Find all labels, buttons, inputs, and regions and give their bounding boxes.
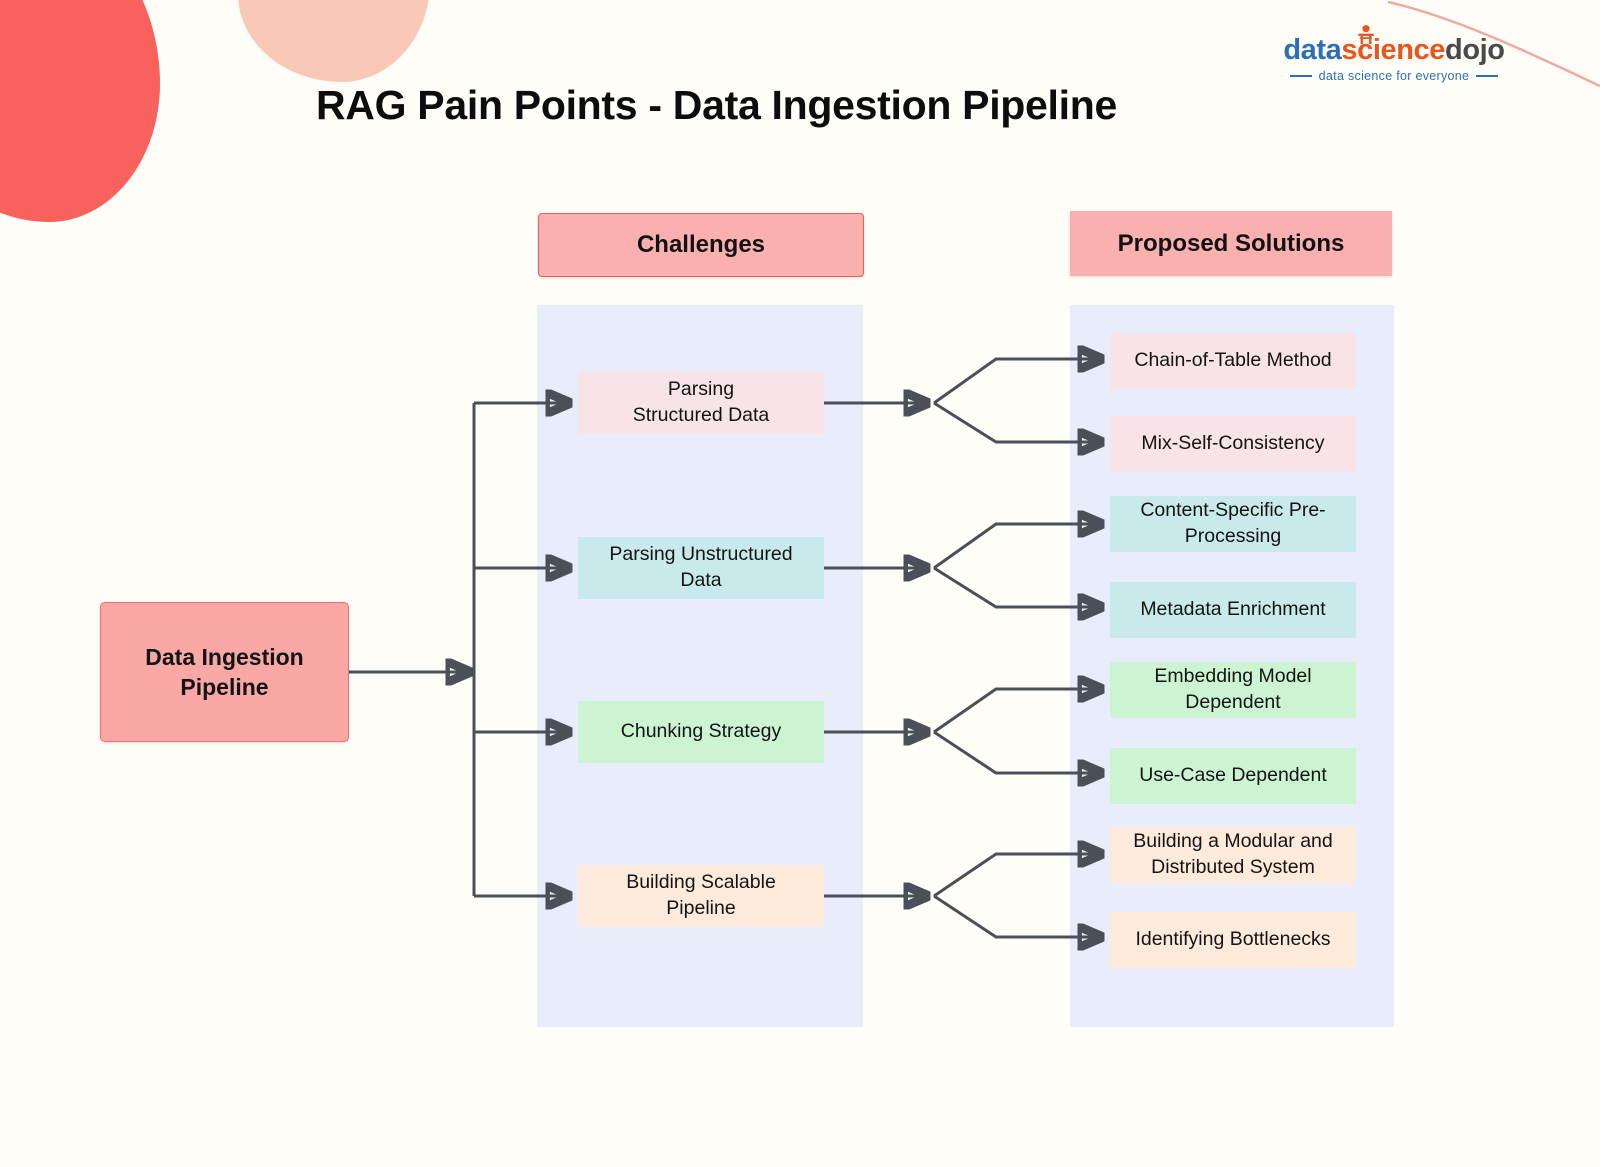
node-label-line2: Data: [680, 569, 722, 591]
logo-text-data: data: [1283, 34, 1342, 66]
node-label: Metadata Enrichment: [1140, 598, 1326, 621]
node-label-line1: Embedding Model: [1154, 665, 1312, 688]
node-chain-of-table-method[interactable]: Chain-of-Table Method: [1110, 333, 1356, 389]
node-use-case-dependent[interactable]: Use-Case Dependent: [1110, 748, 1356, 804]
logo-rule-left: [1289, 75, 1312, 78]
decorative-blob-coral: [0, 0, 160, 222]
logo-wordmark: datasciencedojo: [1278, 25, 1510, 66]
node-label: Building a Modular and Distributed Syste…: [1133, 829, 1332, 880]
node-label: Parsing Unstructured Data: [609, 542, 792, 593]
torii-gate-icon: [1358, 25, 1374, 44]
node-label-line1: Building a Modular and: [1133, 830, 1333, 853]
node-label: Use-Case Dependent: [1139, 764, 1327, 787]
node-label-line1: Building Scalable: [626, 871, 776, 894]
node-content-specific-pre-processing[interactable]: Content-Specific Pre- Processing: [1110, 496, 1356, 552]
node-label: Mix-Self-Consistency: [1141, 432, 1325, 455]
node-chunking-strategy[interactable]: Chunking Strategy: [578, 701, 824, 763]
solutions-header: Proposed Solutions: [1070, 211, 1392, 276]
node-parsing-unstructured-data[interactable]: Parsing Unstructured Data: [578, 537, 824, 599]
node-label-line2: Structured Data: [632, 404, 770, 426]
node-label-line1: Data Ingestion: [145, 643, 304, 670]
node-parsing-structured-data[interactable]: Parsing Structured Data: [578, 372, 824, 434]
logo-tagline-row: data science for everyone: [1278, 70, 1510, 83]
node-label-line1: Parsing: [667, 378, 735, 401]
node-building-modular-distributed-system[interactable]: Building a Modular and Distributed Syste…: [1110, 827, 1356, 883]
datasciencedojo-logo: datasciencedojo data science for everyon…: [1278, 25, 1510, 83]
node-embedding-model-dependent[interactable]: Embedding Model Dependent: [1110, 662, 1356, 718]
node-building-scalable-pipeline[interactable]: Building Scalable Pipeline: [578, 865, 824, 927]
node-label: Building Scalable Pipeline: [626, 870, 776, 921]
node-label: Parsing Structured Data: [633, 377, 770, 428]
node-metadata-enrichment[interactable]: Metadata Enrichment: [1110, 582, 1356, 638]
node-label-line2: Processing: [1184, 525, 1282, 547]
node-label-line2: Distributed System: [1151, 856, 1315, 878]
node-label-line2: Dependent: [1185, 691, 1281, 713]
page-title: RAG Pain Points - Data Ingestion Pipelin…: [316, 82, 1117, 128]
node-label: Chunking Strategy: [620, 720, 782, 743]
decorative-blob-peach: [238, 0, 430, 82]
diagram-canvas: datasciencedojo data science for everyon…: [0, 0, 1600, 1167]
node-label-line2: Pipeline: [180, 674, 269, 700]
node-identifying-bottlenecks[interactable]: Identifying Bottlenecks: [1110, 912, 1356, 968]
node-mix-self-consistency[interactable]: Mix-Self-Consistency: [1110, 416, 1356, 472]
node-label-line1: Content-Specific Pre-: [1140, 499, 1326, 522]
challenges-header: Challenges: [538, 213, 864, 277]
node-data-ingestion-pipeline[interactable]: Data Ingestion Pipeline: [100, 602, 349, 742]
node-label: Embedding Model Dependent: [1154, 664, 1311, 715]
node-label: Content-Specific Pre- Processing: [1140, 498, 1325, 549]
logo-tagline: data science for everyone: [1318, 69, 1470, 83]
logo-rule-right: [1476, 75, 1499, 78]
node-label: Identifying Bottlenecks: [1135, 928, 1331, 951]
node-label-line2: Pipeline: [666, 897, 736, 919]
node-label-line1: Parsing Unstructured: [609, 543, 793, 566]
node-label: Data Ingestion Pipeline: [145, 642, 303, 703]
logo-text-dojo: dojo: [1445, 34, 1505, 66]
node-label: Chain-of-Table Method: [1134, 349, 1332, 372]
